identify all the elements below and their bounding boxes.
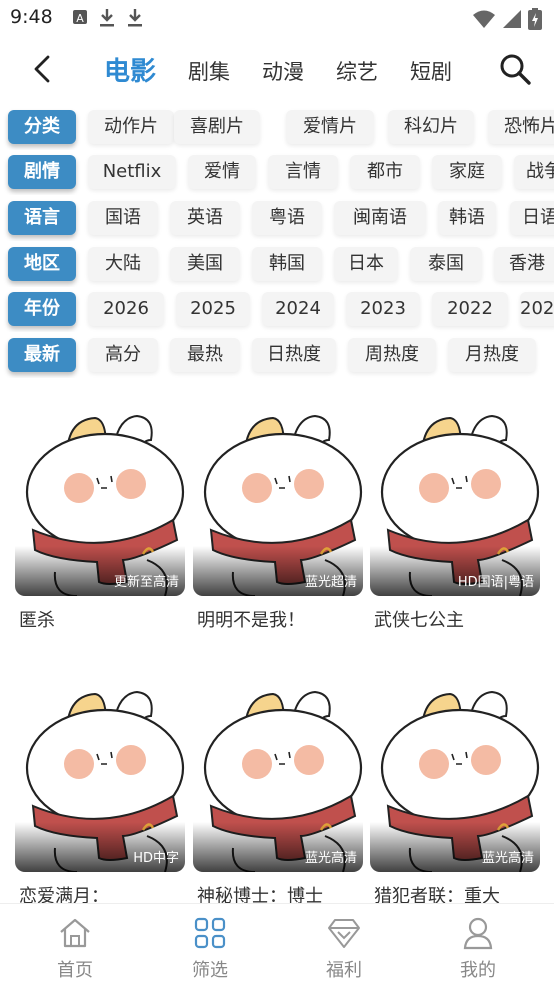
movie-title[interactable]: 明明不是我！ xyxy=(197,606,305,632)
battery-icon xyxy=(528,8,542,30)
home-icon xyxy=(57,916,93,950)
filter-chip[interactable]: 家庭 xyxy=(432,155,502,189)
filter-label: 年份 xyxy=(8,292,76,326)
quality-badge: 蓝光高清 xyxy=(481,851,534,866)
top-nav: 电影 剧集 动漫 综艺 短剧 xyxy=(0,44,554,94)
bottom-nav-label: 福利 xyxy=(326,960,362,981)
filter-chip[interactable]: 美国 xyxy=(170,247,240,281)
filter-row: 地区 大陆 美国 韩国 日本 泰国 香港 xyxy=(0,243,554,287)
system-icons xyxy=(472,8,542,30)
filter-chip[interactable]: 2021 xyxy=(520,292,554,326)
wifi-icon xyxy=(473,10,495,28)
movie-title[interactable]: 匿杀 xyxy=(19,606,55,632)
filter-chip[interactable]: 动作片 xyxy=(88,110,174,144)
user-icon xyxy=(460,916,496,950)
diamond-icon xyxy=(326,916,362,950)
filter-chip[interactable]: 爱情片 xyxy=(286,110,374,144)
grid-icon xyxy=(192,916,228,950)
download-icon xyxy=(100,9,114,27)
bottom-nav-item[interactable]: 福利 xyxy=(304,916,384,982)
bottom-nav-label: 我的 xyxy=(460,960,496,981)
filter-chip[interactable]: 国语 xyxy=(88,201,158,235)
filter-chip[interactable]: 月热度 xyxy=(448,338,536,372)
filter-chip[interactable]: 韩语 xyxy=(438,201,496,235)
filter-row: 语言 国语 英语 粤语 闽南语 韩语 日语 xyxy=(0,197,554,241)
filter-chip[interactable]: 英语 xyxy=(170,201,240,235)
filter-chip[interactable]: 2024 xyxy=(262,292,334,326)
movie-poster[interactable]: HD国语|粤语 xyxy=(370,410,540,596)
tab-1[interactable]: 剧集 xyxy=(188,56,230,86)
movie-title[interactable]: 武侠七公主 xyxy=(374,606,464,632)
signal-icon xyxy=(503,10,521,28)
filter-chip[interactable]: 爱情 xyxy=(188,155,256,189)
search-icon[interactable] xyxy=(498,52,532,86)
tab-3[interactable]: 综艺 xyxy=(336,56,378,86)
tab-4[interactable]: 短剧 xyxy=(410,56,452,86)
back-arrow-icon[interactable] xyxy=(28,52,58,86)
filter-chip[interactable]: 泰国 xyxy=(410,247,482,281)
filter-chip[interactable]: 最热 xyxy=(170,338,240,372)
bottom-nav-item[interactable]: 筛选 xyxy=(170,916,250,982)
filter-chip[interactable]: 香港 xyxy=(494,247,554,281)
quality-badge: HD国语|粤语 xyxy=(457,575,534,590)
filter-chip[interactable]: 2026 xyxy=(88,292,164,326)
filter-chip[interactable]: 高分 xyxy=(88,338,158,372)
quality-badge: 蓝光超清 xyxy=(304,575,357,590)
movie-poster[interactable]: HD中字 xyxy=(15,686,185,872)
tab-2[interactable]: 动漫 xyxy=(262,56,304,86)
filter-chip[interactable]: 粤语 xyxy=(252,201,322,235)
bottom-nav-item[interactable]: 首页 xyxy=(35,916,115,982)
filter-label: 地区 xyxy=(8,247,76,281)
status-time: 9:48 xyxy=(10,6,53,28)
quality-badge: HD中字 xyxy=(133,851,179,866)
filter-chip[interactable]: 科幻片 xyxy=(388,110,474,144)
movie-poster[interactable]: 蓝光超清 xyxy=(193,410,363,596)
filter-chip[interactable]: 日本 xyxy=(334,247,398,281)
filter-label: 分类 xyxy=(8,110,76,144)
quality-badge: 更新至高清 xyxy=(113,575,179,590)
movie-poster[interactable]: 蓝光高清 xyxy=(193,686,363,872)
filter-label: 剧情 xyxy=(8,155,76,189)
filter-row: 分类 动作片 喜剧片 爱情片 科幻片 恐怖片 xyxy=(0,106,554,150)
status-bar: 9:48 A xyxy=(0,0,554,36)
movie-poster[interactable]: 蓝光高清 xyxy=(370,686,540,872)
filter-label: 最新 xyxy=(8,338,76,372)
tab-0[interactable]: 电影 xyxy=(104,51,156,88)
filter-row: 最新 高分 最热 日热度 周热度 月热度 xyxy=(0,334,554,378)
filter-chip[interactable]: 2023 xyxy=(346,292,420,326)
bottom-nav-label: 首页 xyxy=(57,960,93,981)
filter-chip[interactable]: 日语 xyxy=(510,201,554,235)
filter-chip[interactable]: 2025 xyxy=(176,292,250,326)
notification-a-icon: A xyxy=(73,10,87,25)
bottom-nav-item[interactable]: 我的 xyxy=(438,916,518,982)
filter-row: 年份 2026 2025 2024 2023 2022 2021 xyxy=(0,288,554,332)
bottom-nav-label: 筛选 xyxy=(192,960,228,981)
filter-chip[interactable]: 喜剧片 xyxy=(174,110,260,144)
filter-chip[interactable]: 韩国 xyxy=(252,247,322,281)
filter-row: 剧情 Netflix 爱情 言情 都市 家庭 战争 xyxy=(0,151,554,195)
movie-poster[interactable]: 更新至高清 xyxy=(15,410,185,596)
filter-chip[interactable]: 大陆 xyxy=(88,247,158,281)
quality-badge: 蓝光高清 xyxy=(304,851,357,866)
bottom-nav: 首页 筛选 福利 我的 xyxy=(0,903,554,985)
filter-label: 语言 xyxy=(8,201,76,235)
filter-chip[interactable]: 都市 xyxy=(350,155,420,189)
filter-chip[interactable]: 周热度 xyxy=(348,338,436,372)
notification-icons: A xyxy=(72,8,144,28)
filter-chip[interactable]: 日热度 xyxy=(252,338,336,372)
filter-chip[interactable]: 闽南语 xyxy=(334,201,426,235)
filter-chip[interactable]: 战争 xyxy=(514,155,554,189)
filter-chip[interactable]: Netflix xyxy=(88,155,176,189)
filter-chip[interactable]: 恐怖片 xyxy=(488,110,554,144)
download-icon xyxy=(128,9,142,27)
svg-text:A: A xyxy=(76,12,84,25)
filter-chip[interactable]: 言情 xyxy=(268,155,338,189)
filter-chip[interactable]: 2022 xyxy=(432,292,508,326)
